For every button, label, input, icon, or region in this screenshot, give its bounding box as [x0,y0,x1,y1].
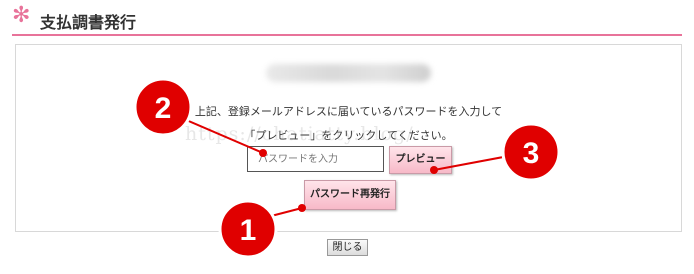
marker-1: 1 [218,199,278,259]
marker-2: 2 [133,77,193,137]
svg-text:2: 2 [155,92,172,125]
annotation-overlay: 2 1 3 [133,77,561,259]
leader-dot-3 [430,166,438,174]
leader-dot-2 [259,149,267,157]
leader-dot-1 [298,204,306,212]
marker-3: 3 [501,122,561,182]
svg-text:3: 3 [523,137,540,170]
svg-text:1: 1 [240,214,257,247]
